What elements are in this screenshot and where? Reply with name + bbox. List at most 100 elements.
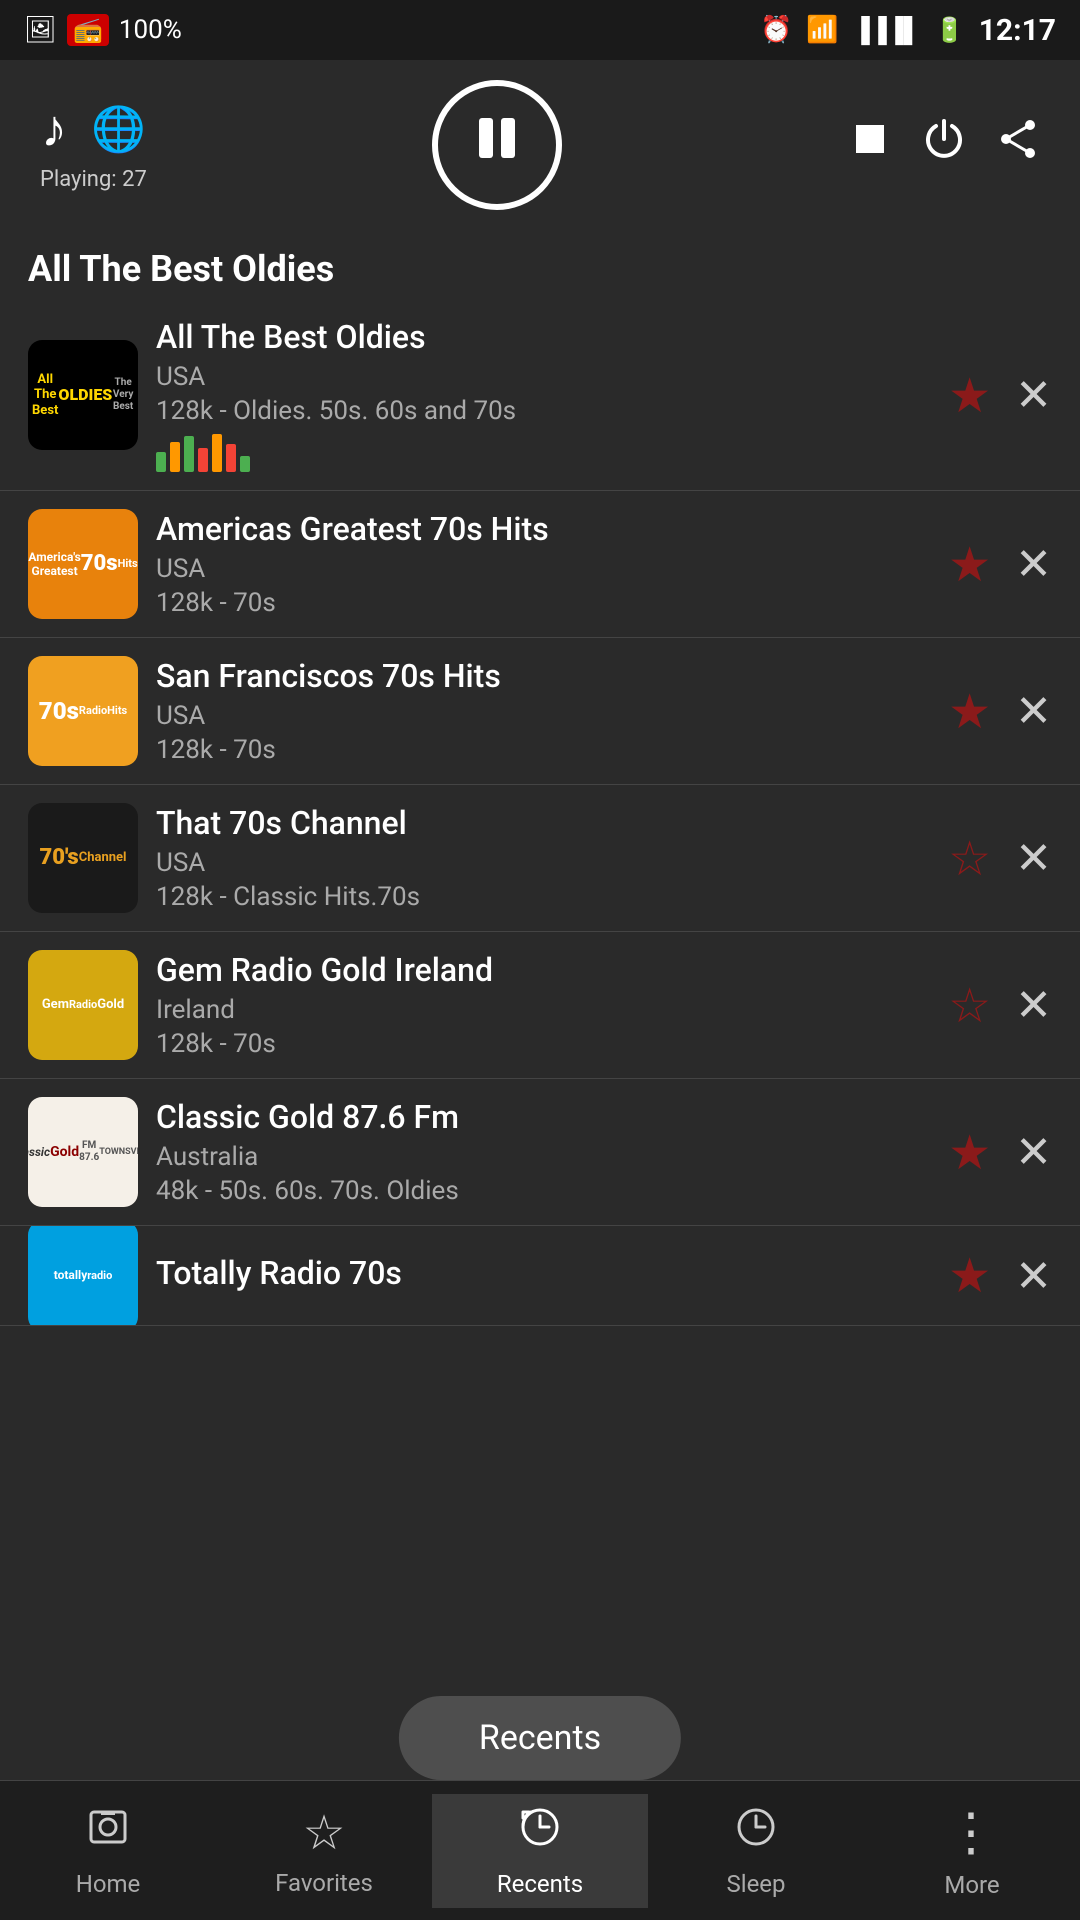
pause-icon <box>469 110 525 180</box>
station-logo: 70's Channel <box>28 803 138 913</box>
globe-icon[interactable]: 🌐 <box>91 103 146 155</box>
station-item[interactable]: Classic Gold FM 87.6 TOWNSVILLE Classic … <box>0 1079 1080 1226</box>
power-icon[interactable] <box>922 117 966 173</box>
favorite-star-button[interactable]: ☆ <box>948 830 991 887</box>
favorites-icon: ☆ <box>302 1804 345 1861</box>
nav-home[interactable]: Home <box>0 1804 216 1898</box>
remove-station-button[interactable]: ✕ <box>1015 538 1052 590</box>
nav-more-label: More <box>944 1871 999 1899</box>
section-title: All The Best Oldies <box>0 234 1080 300</box>
station-actions: ☆ ✕ <box>948 977 1052 1034</box>
favorite-star-button[interactable]: ★ <box>948 367 991 424</box>
station-item[interactable]: Gem Radio Gold Gem Radio Gold Ireland Ir… <box>0 932 1080 1079</box>
station-actions: ★ ✕ <box>948 367 1052 424</box>
nav-sleep-label: Sleep <box>726 1870 785 1898</box>
app-icon: 📻 <box>67 14 109 46</box>
alarm-icon: ⏰ <box>760 15 792 45</box>
battery-percent: 100% <box>119 15 182 45</box>
battery-full-icon: 🔋 <box>935 16 965 44</box>
player-right-group <box>848 117 1040 173</box>
station-item[interactable]: 70s RadioHits San Franciscos 70s Hits US… <box>0 638 1080 785</box>
favorite-star-button[interactable]: ★ <box>948 1124 991 1181</box>
nav-recents[interactable]: Recents <box>432 1794 648 1908</box>
player-header: ♪ 🌐 Playing: 27 <box>0 60 1080 234</box>
station-item[interactable]: totally radio Totally Radio 70s ★ ✕ <box>0 1226 1080 1326</box>
remove-station-button[interactable]: ✕ <box>1015 979 1052 1031</box>
station-logo: Gem Radio Gold <box>28 950 138 1060</box>
remove-station-button[interactable]: ✕ <box>1015 369 1052 421</box>
station-country: Ireland <box>156 995 930 1025</box>
nav-favorites-label: Favorites <box>275 1869 373 1897</box>
station-bitrate: 128k - 70s <box>156 588 930 618</box>
station-info: Gem Radio Gold Ireland Ireland 128k - 70… <box>138 951 948 1059</box>
favorite-star-button[interactable]: ★ <box>948 683 991 740</box>
station-name: That 70s Channel <box>156 804 930 842</box>
station-country: USA <box>156 701 930 731</box>
signal-icon: ▐▐▐▌ <box>853 16 921 45</box>
status-bar: 🖼 📻 100% ⏰ 📶 ▐▐▐▌ 🔋 12:17 <box>0 0 1080 60</box>
nav-sleep[interactable]: Sleep <box>648 1804 864 1898</box>
station-actions: ☆ ✕ <box>948 830 1052 887</box>
station-name: Classic Gold 87.6 Fm <box>156 1098 930 1136</box>
bottom-nav: Home ☆ Favorites Recents Sleep ⋮ <box>0 1780 1080 1920</box>
station-logo: America's Greatest 70s Hits <box>28 509 138 619</box>
station-name: Totally Radio 70s <box>156 1254 930 1292</box>
nav-more[interactable]: ⋮ More <box>864 1802 1080 1899</box>
remove-station-button[interactable]: ✕ <box>1015 1126 1052 1178</box>
station-info: San Franciscos 70s Hits USA 128k - 70s <box>138 657 948 765</box>
eq-bars <box>156 432 930 472</box>
recents-tooltip: Recents <box>399 1696 681 1780</box>
station-info: Americas Greatest 70s Hits USA 128k - 70… <box>138 510 948 618</box>
home-icon <box>85 1804 131 1862</box>
station-logo: totally radio <box>28 1226 138 1326</box>
wifi-icon: 📶 <box>806 15 838 45</box>
station-item[interactable]: America's Greatest 70s Hits Americas Gre… <box>0 491 1080 638</box>
stop-icon[interactable] <box>848 117 892 173</box>
station-bitrate: 128k - Oldies. 50s. 60s and 70s <box>156 396 930 426</box>
status-left: 🖼 📻 100% <box>24 14 182 46</box>
station-actions: ★ ✕ <box>948 1247 1052 1304</box>
station-country: USA <box>156 362 930 392</box>
share-icon[interactable] <box>996 117 1040 173</box>
station-list: All The Best OLDIES The Very Best All Th… <box>0 300 1080 1326</box>
station-name: Americas Greatest 70s Hits <box>156 510 930 548</box>
station-item[interactable]: 70's Channel That 70s Channel USA 128k -… <box>0 785 1080 932</box>
station-info: Totally Radio 70s <box>138 1254 948 1298</box>
station-actions: ★ ✕ <box>948 683 1052 740</box>
station-bitrate: 128k - Classic Hits.70s <box>156 882 930 912</box>
station-country: Australia <box>156 1142 930 1172</box>
station-info: All The Best Oldies USA 128k - Oldies. 5… <box>138 318 948 472</box>
player-left-group: ♪ 🌐 Playing: 27 <box>40 98 147 192</box>
station-actions: ★ ✕ <box>948 1124 1052 1181</box>
station-info: That 70s Channel USA 128k - Classic Hits… <box>138 804 948 912</box>
sleep-icon <box>733 1804 779 1862</box>
station-logo: 70s RadioHits <box>28 656 138 766</box>
nav-home-label: Home <box>76 1870 141 1898</box>
player-controls-row: ♪ 🌐 Playing: 27 <box>40 80 1040 210</box>
station-item[interactable]: All The Best OLDIES The Very Best All Th… <box>0 300 1080 491</box>
favorite-star-button[interactable]: ★ <box>948 1247 991 1304</box>
station-name: All The Best Oldies <box>156 318 930 356</box>
playing-label: Playing: 27 <box>40 167 147 192</box>
photo-icon: 🖼 <box>24 15 57 45</box>
nav-favorites[interactable]: ☆ Favorites <box>216 1804 432 1897</box>
station-logo: All The Best OLDIES The Very Best <box>28 340 138 450</box>
favorite-star-button[interactable]: ★ <box>948 536 991 593</box>
station-info: Classic Gold 87.6 Fm Australia 48k - 50s… <box>138 1098 948 1206</box>
station-bitrate: 128k - 70s <box>156 1029 930 1059</box>
station-name: San Franciscos 70s Hits <box>156 657 930 695</box>
pause-button[interactable] <box>432 80 562 210</box>
remove-station-button[interactable]: ✕ <box>1015 1250 1052 1302</box>
recents-icon <box>517 1804 563 1862</box>
remove-station-button[interactable]: ✕ <box>1015 832 1052 884</box>
status-right: ⏰ 📶 ▐▐▐▌ 🔋 12:17 <box>760 13 1056 48</box>
station-name: Gem Radio Gold Ireland <box>156 951 930 989</box>
station-country: USA <box>156 848 930 878</box>
favorite-star-button[interactable]: ☆ <box>948 977 991 1034</box>
music-note-icon[interactable]: ♪ <box>41 98 67 159</box>
station-bitrate: 128k - 70s <box>156 735 930 765</box>
remove-station-button[interactable]: ✕ <box>1015 685 1052 737</box>
station-bitrate: 48k - 50s. 60s. 70s. Oldies <box>156 1176 930 1206</box>
station-actions: ★ ✕ <box>948 536 1052 593</box>
status-time: 12:17 <box>979 13 1056 48</box>
